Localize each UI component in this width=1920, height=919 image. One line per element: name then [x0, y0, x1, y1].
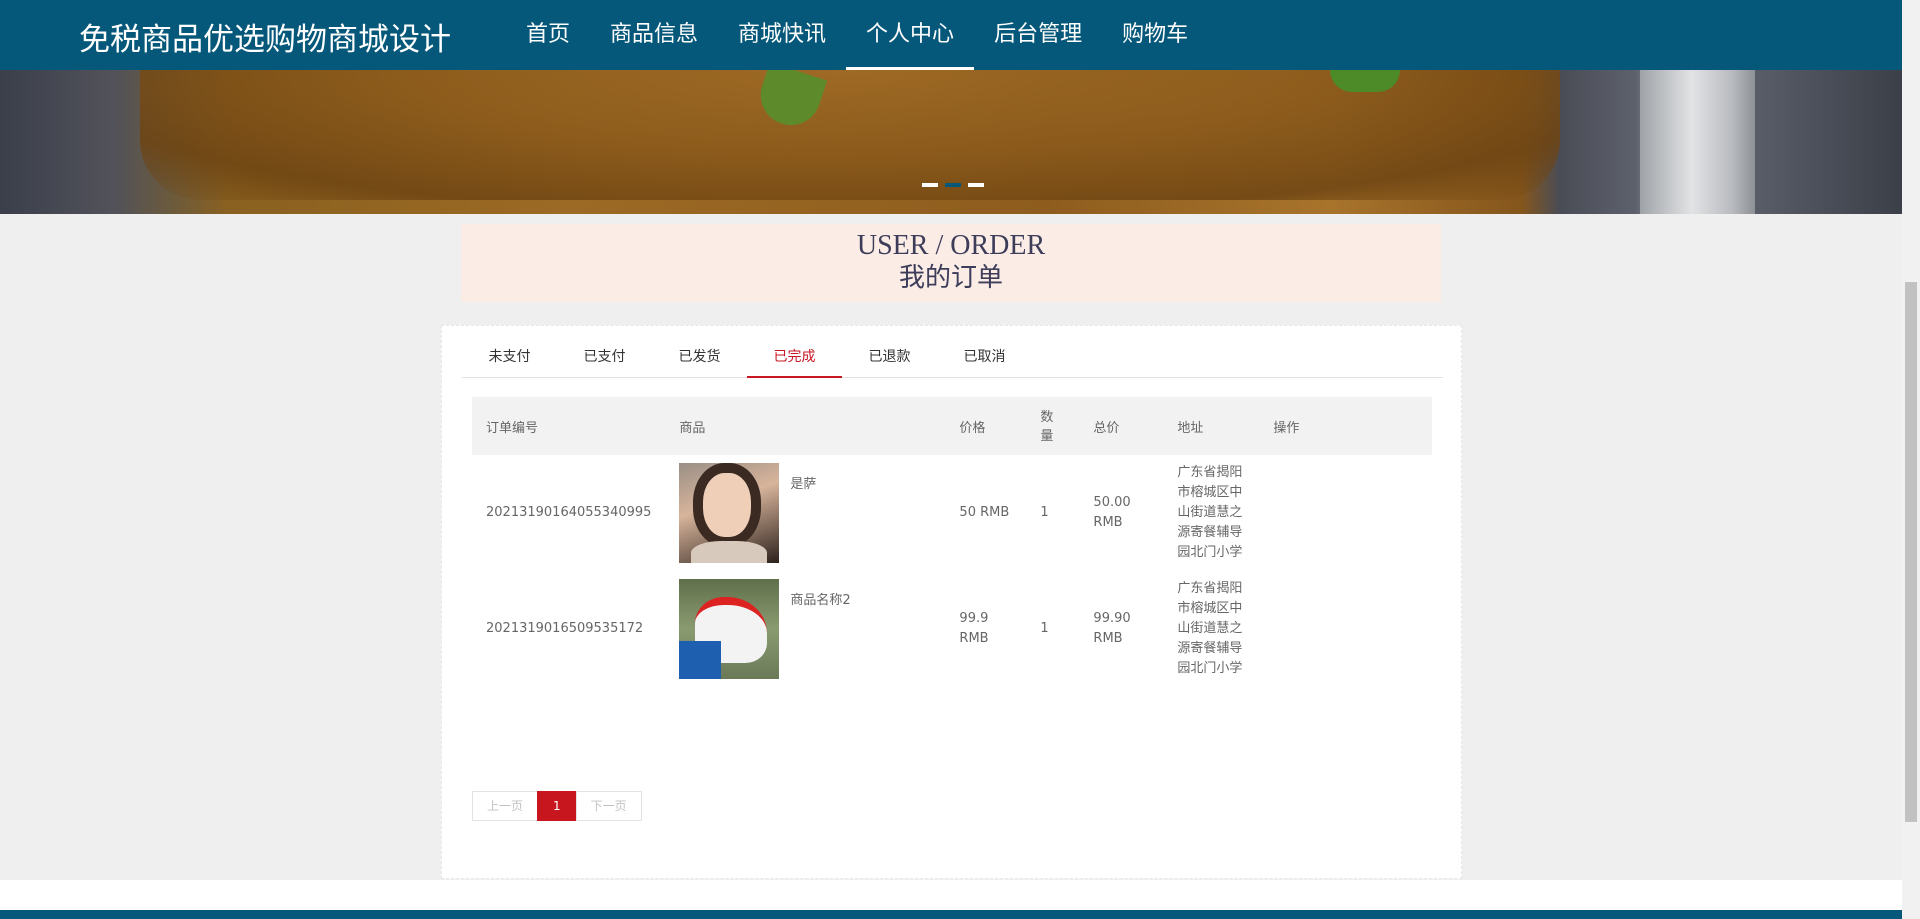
col-action: 操作	[1259, 397, 1432, 455]
tab-shipped[interactable]: 已发货	[652, 338, 747, 377]
orders-panel: 未支付 已支付 已发货 已完成 已退款 已取消 订单编号 商品 价格 数量 总价…	[441, 325, 1462, 879]
order-number: 20213190164055340995	[486, 505, 652, 520]
tab-cancelled[interactable]: 已取消	[937, 338, 1032, 377]
carousel-dot[interactable]	[922, 183, 938, 187]
qty-cell: 1	[1040, 505, 1049, 520]
table-header-row: 订单编号 商品 价格 数量 总价 地址 操作	[472, 397, 1432, 455]
nav-item-user-center[interactable]: 个人中心	[846, 0, 975, 70]
order-number: 2021319016509535172	[486, 621, 644, 636]
qty-cell: 1	[1040, 621, 1049, 636]
col-product: 商品	[665, 397, 946, 455]
prev-page-button[interactable]: 上一页	[472, 791, 539, 821]
product-cell: 是萨	[665, 455, 945, 571]
section-title-cn: 我的订单	[898, 263, 1003, 293]
hero-banner-image	[0, 70, 1902, 214]
footer-spacer	[0, 880, 1902, 910]
col-order-no: 订单编号	[472, 397, 666, 455]
price-cell: 99.9 RMB	[959, 611, 989, 646]
price-cell: 50 RMB	[959, 505, 1010, 520]
carousel-indicators	[922, 183, 984, 187]
main-nav: 首页 商品信息 商城快讯 个人中心 后台管理 购物车	[506, 0, 1208, 70]
product-cell: 商品名称2	[665, 571, 945, 687]
product-name[interactable]: 商品名称2	[790, 579, 850, 611]
total-cell: 50.00 RMB	[1093, 495, 1131, 530]
nav-item-news[interactable]: 商城快讯	[718, 0, 846, 70]
product-thumbnail-image[interactable]	[679, 579, 780, 679]
table-row: 2021319016509535172 商品名称2 99.9 RMB 1 99.…	[472, 571, 1432, 687]
section-title-en: USER / ORDER	[856, 230, 1046, 261]
action-cell	[1259, 571, 1432, 687]
product-thumbnail-image[interactable]	[679, 463, 780, 563]
banner-leaf-graphic	[1330, 70, 1400, 92]
page-scrollbar[interactable]	[1902, 0, 1920, 919]
col-address: 地址	[1163, 397, 1260, 455]
col-total: 总价	[1079, 397, 1164, 455]
tab-refunded[interactable]: 已退款	[842, 338, 937, 377]
carousel-dot[interactable]	[968, 183, 984, 187]
col-qty: 数量	[1026, 397, 1080, 455]
nav-item-admin[interactable]: 后台管理	[974, 0, 1102, 70]
address-cell: 广东省揭阳市榕城区中山街道慧之源寄餐辅导园北门小学	[1177, 581, 1243, 676]
nav-item-cart[interactable]: 购物车	[1102, 0, 1208, 70]
tab-unpaid[interactable]: 未支付	[462, 338, 557, 377]
section-title-block: USER / ORDER 我的订单	[461, 224, 1441, 302]
banner-knife-graphic	[1640, 70, 1755, 214]
page-number-current[interactable]: 1	[537, 791, 577, 821]
next-page-button[interactable]: 下一页	[575, 791, 642, 821]
nav-item-home[interactable]: 首页	[506, 0, 590, 70]
table-row: 20213190164055340995 是萨 50 RMB 1 50.00 R…	[472, 455, 1432, 571]
nav-item-products[interactable]: 商品信息	[590, 0, 718, 70]
carousel-dot-active[interactable]	[945, 183, 961, 187]
action-cell	[1259, 455, 1432, 571]
product-name[interactable]: 是萨	[790, 463, 816, 495]
total-cell: 99.90 RMB	[1093, 611, 1131, 646]
footer-bar	[0, 910, 1902, 919]
orders-table: 订单编号 商品 价格 数量 总价 地址 操作 20213190164055340…	[472, 397, 1432, 687]
scrollbar-thumb[interactable]	[1905, 282, 1917, 822]
address-cell: 广东省揭阳市榕城区中山街道慧之源寄餐辅导园北门小学	[1177, 465, 1243, 560]
top-nav-bar: 免税商品优选购物商城设计 首页 商品信息 商城快讯 个人中心 后台管理 购物车	[0, 0, 1902, 70]
col-price: 价格	[945, 397, 1027, 455]
tab-completed[interactable]: 已完成	[747, 338, 842, 378]
tab-paid[interactable]: 已支付	[557, 338, 652, 377]
pagination: 上一页 1 下一页	[472, 791, 642, 821]
site-brand[interactable]: 免税商品优选购物商城设计	[79, 14, 451, 59]
order-status-tabs: 未支付 已支付 已发货 已完成 已退款 已取消	[462, 338, 1443, 378]
